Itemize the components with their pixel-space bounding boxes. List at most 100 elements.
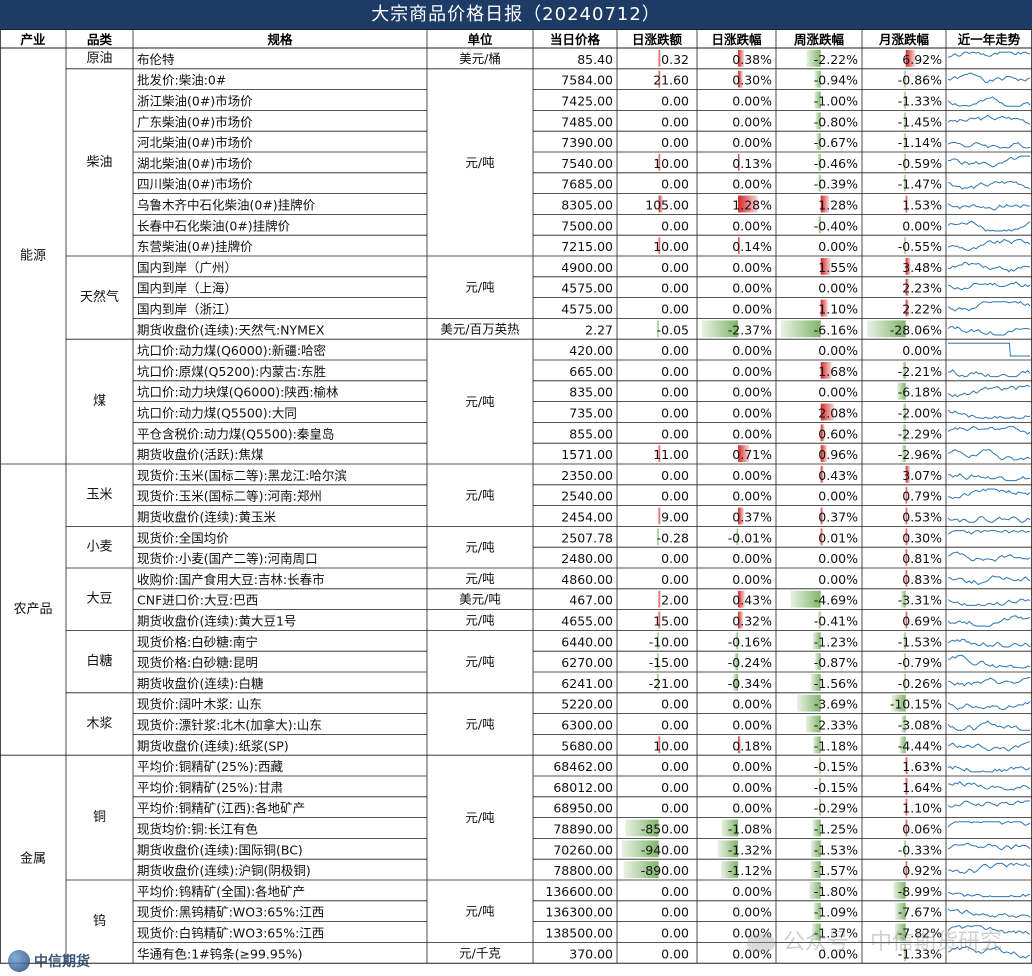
monthly-change-cell: -2.00% [898, 406, 942, 421]
spec-cell: 现货价:黑钨精矿:WO3:65%:江西 [137, 905, 324, 920]
daily-change-pct-cell: 0.00% [732, 926, 772, 941]
monthly-change-cell: -0.33% [898, 842, 942, 857]
sparkline [947, 141, 1031, 149]
spec-cell: 坑口价:动力煤(Q6000):新疆:哈密 [137, 343, 326, 358]
weekly-change-cell: 0.00% [818, 385, 858, 400]
monthly-change-cell: 1.10% [902, 801, 942, 816]
sparkline [947, 409, 1031, 419]
monthly-change-cell: -0.79% [898, 655, 942, 670]
weekly-change-cell: -0.40% [814, 218, 858, 233]
spec-cell: 坑口价:动力块煤(Q6000):陕西:榆林 [137, 385, 339, 400]
header-cell: 日涨跌幅 [711, 32, 762, 47]
monthly-change-cell: -1.47% [898, 177, 942, 192]
monthly-change-cell: -1.45% [898, 114, 942, 129]
weekly-change-cell: -6.16% [814, 322, 858, 337]
daily-change-pct-cell: 0.00% [732, 218, 772, 233]
daily-change-cell: -10.00 [649, 634, 689, 649]
unit-cell: 美元/百万英热 [440, 321, 520, 336]
sparkline [947, 821, 1031, 828]
sparkline [947, 908, 1031, 918]
spec-cell: 现货价:小麦(国产二等):河南周口 [137, 551, 318, 566]
spec-cell: 期货收盘价(连续):白糖 [137, 676, 264, 691]
daily-change-cell: 0.00 [661, 135, 689, 150]
category-cell: 柴油 [86, 155, 112, 170]
category-cell: 小麦 [86, 540, 112, 555]
monthly-change-cell: 2.23% [902, 281, 942, 296]
daily-change-pct-cell: 0.00% [732, 718, 772, 733]
monthly-change-cell: -6.18% [898, 385, 942, 400]
spec-cell: 现货价格:白砂糖:南宁 [137, 634, 258, 649]
daily-change-cell: 0.00 [661, 759, 689, 774]
sparkline [947, 765, 1031, 773]
daily-change-cell: 0.00 [661, 281, 689, 296]
price-cell: 4655.00 [561, 614, 613, 629]
monthly-change-cell: 0.30% [902, 530, 942, 545]
daily-change-pct-cell: 0.00% [732, 281, 772, 296]
sparkline [947, 575, 1031, 586]
sparkline [947, 114, 1031, 125]
daily-change-cell: -940.00 [641, 842, 689, 857]
spec-cell: 收购价:国产食用大豆:吉林:长春市 [137, 572, 325, 587]
daily-change-pct-cell: 0.00% [732, 801, 772, 816]
monthly-change-cell: -0.86% [898, 73, 942, 88]
unit-cell: 元/吨 [465, 717, 495, 732]
spec-cell: 坑口价:动力煤(Q5500):大同 [137, 406, 297, 421]
spec-cell: 坑口价:原煤(Q5200):内蒙古:东胜 [137, 364, 326, 379]
daily-change-cell: 0.00 [661, 489, 689, 504]
monthly-change-cell: -1.53% [898, 634, 942, 649]
weekly-change-cell: -1.57% [814, 863, 858, 878]
daily-change-pct-cell: 0.00% [732, 489, 772, 504]
weekly-change-cell: 1.10% [818, 302, 858, 317]
weekly-change-cell: -0.41% [814, 614, 858, 629]
weekly-change-cell: -0.80% [814, 114, 858, 129]
category-cell: 玉米 [86, 488, 112, 503]
spec-cell: 期货收盘价(连续):黄大豆1号 [137, 614, 296, 629]
spec-cell: 湖北柴油(0#)市场价 [137, 156, 253, 171]
daily-change-cell: 15.00 [653, 614, 689, 629]
report-page: 大宗商品价格日报（20240712） 产业 品类 规格 单位 当日价格 日涨跌额 日涨跌幅 周… [0, 0, 1032, 976]
header-cell: 单位 [467, 32, 493, 47]
sparkline [947, 155, 1030, 168]
spec-cell: 广东柴油(0#)市场价 [137, 114, 253, 129]
weekly-change-cell: 1.68% [818, 364, 858, 379]
spec-cell: 现货价:玉米(国标二等):黑龙江:哈尔滨 [137, 468, 347, 483]
spec-cell: 现货价:漂针浆:北木(加拿大):山东 [137, 718, 322, 733]
price-cell: 7584.00 [561, 73, 613, 88]
price-cell: 78890.00 [553, 822, 613, 837]
header-cell: 规格 [267, 32, 293, 47]
price-cell: 7390.00 [561, 135, 613, 150]
daily-change-cell: 0.00 [661, 697, 689, 712]
spec-cell: 华通有色:1#钨条(≥99.95%) [137, 946, 303, 961]
monthly-change-cell: 0.53% [902, 510, 942, 525]
monthly-change-cell: -3.08% [898, 718, 942, 733]
price-cell: 78800.00 [553, 863, 613, 878]
daily-change-pct-cell: 0.43% [732, 593, 772, 608]
unit-cell: 元/吨 [465, 155, 495, 170]
sparkline [948, 342, 1030, 357]
daily-change-pct-cell: 0.00% [732, 385, 772, 400]
monthly-change-cell: 3.48% [902, 260, 942, 275]
daily-change-pct-cell: 0.00% [732, 780, 772, 795]
sparkline [947, 945, 1031, 959]
daily-change-cell: 0.00 [661, 364, 689, 379]
price-cell: 2540.00 [561, 489, 613, 504]
header-cell: 月涨跌幅 [878, 32, 930, 47]
daily-change-cell: -890.00 [641, 863, 689, 878]
daily-change-pct-cell: 0.00% [732, 135, 772, 150]
spec-cell: 平均价:铜精矿(25%):西藏 [137, 759, 283, 774]
monthly-change-cell: 2.22% [902, 302, 942, 317]
spec-cell: 河北柴油(0#)市场价 [137, 135, 253, 150]
spec-cell: 平均价:铜精矿(25%):甘肃 [137, 780, 283, 795]
daily-change-cell: 0.00 [661, 946, 689, 961]
spec-cell: 浙江柴油(0#)市场价 [137, 94, 253, 109]
price-cell: 136600.00 [545, 884, 613, 899]
price-cell: 68950.00 [553, 801, 613, 816]
unit-cell: 美元/吨 [459, 592, 501, 607]
daily-change-cell: 2.00 [661, 593, 689, 608]
price-cell: 2480.00 [561, 551, 613, 566]
weekly-change-cell: -0.46% [814, 156, 858, 171]
daily-change-pct-cell: -0.16% [728, 634, 772, 649]
price-cell: 7540.00 [561, 156, 613, 171]
weekly-change-cell: -4.69% [814, 593, 858, 608]
daily-change-cell: 0.00 [661, 94, 689, 109]
